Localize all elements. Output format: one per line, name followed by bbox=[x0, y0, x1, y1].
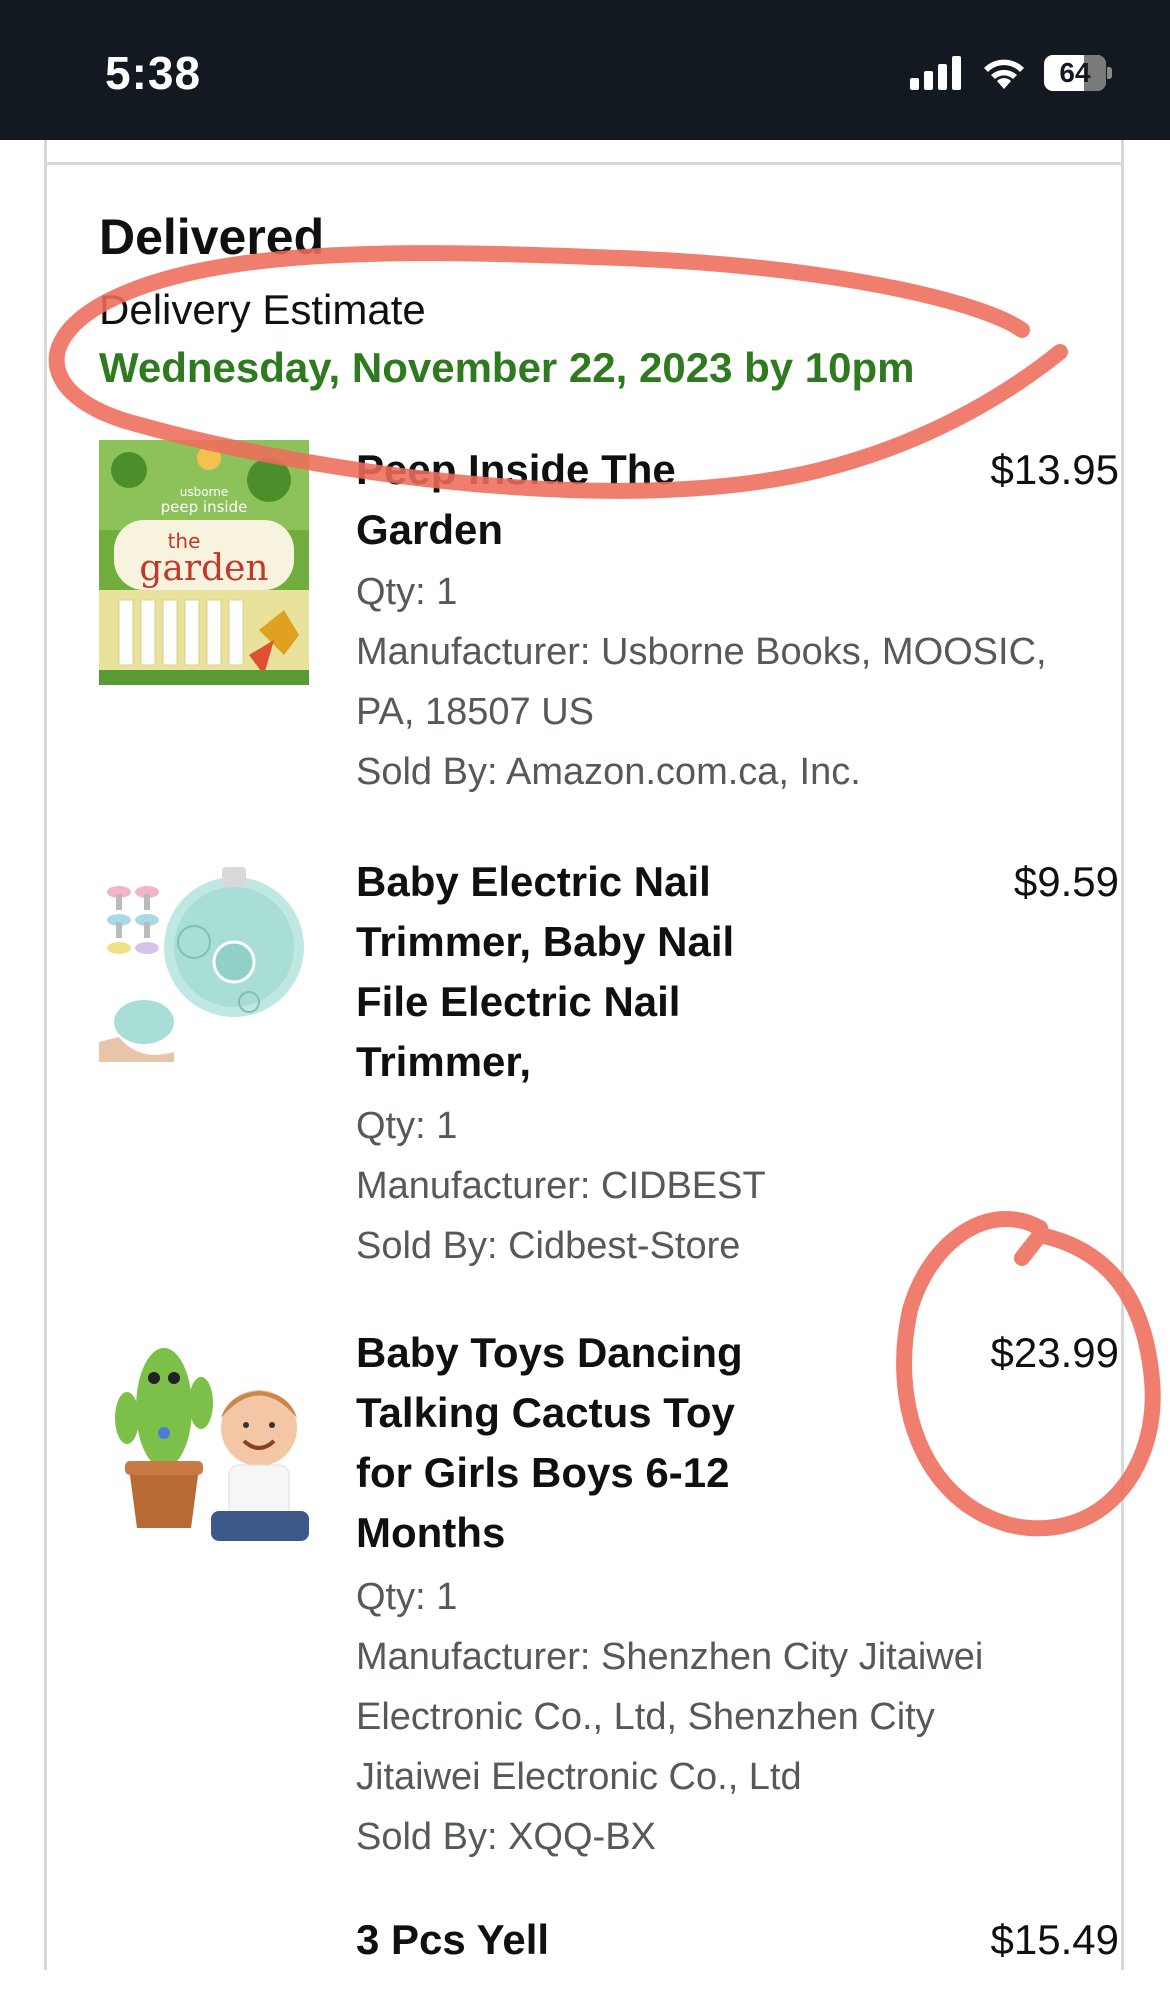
product-price: $13.95 bbox=[990, 446, 1119, 493]
product-sold-by: Sold By: Cidbest-Store bbox=[356, 1225, 741, 1267]
product-qty: Qty: 1 bbox=[356, 571, 458, 613]
shipment-card: Delivered Delivery Estimate Wednesday, N… bbox=[44, 140, 1124, 1970]
status-icons: 64 bbox=[910, 50, 1112, 96]
divider bbox=[47, 162, 1121, 165]
cover-series: peep inside bbox=[161, 498, 248, 516]
cover-publisher: usborne bbox=[180, 485, 229, 499]
product-title[interactable]: Peep Inside The Garden bbox=[356, 440, 796, 560]
product-image-dancing-cactus[interactable] bbox=[99, 1333, 309, 1543]
cellular-signal-icon bbox=[910, 56, 961, 90]
product-qty: Qty: 1 bbox=[356, 1105, 458, 1147]
delivery-estimate-label: Delivery Estimate bbox=[99, 286, 426, 333]
product-manufacturer: Manufacturer: Usborne Books, MOOSIC, PA,… bbox=[356, 631, 1047, 733]
product-price: $9.59 bbox=[1013, 858, 1119, 905]
product-price: $23.99 bbox=[990, 1329, 1119, 1376]
order-item[interactable]: Baby Electric Nail Trimmer, Baby Nail Fi… bbox=[99, 852, 1119, 1272]
product-qty: Qty: 1 bbox=[356, 1576, 458, 1618]
status-time: 5:38 bbox=[105, 47, 202, 99]
cover-title: garden bbox=[139, 548, 268, 589]
order-item[interactable]: 3 Pcs Yell $15.49 bbox=[99, 1910, 1119, 1990]
delivery-estimate-date: Wednesday, November 22, 2023 by 10pm bbox=[99, 344, 915, 391]
wifi-icon bbox=[984, 59, 1024, 89]
product-title[interactable]: 3 Pcs Yell bbox=[356, 1910, 796, 1970]
product-sold-by: Sold By: Amazon.com.ca, Inc. bbox=[356, 751, 861, 793]
product-manufacturer: Manufacturer: Shenzhen City Jitaiwei Ele… bbox=[356, 1636, 984, 1798]
product-title[interactable]: Baby Electric Nail Trimmer, Baby Nail Fi… bbox=[356, 852, 796, 1092]
product-sold-by: Sold By: XQQ-BX bbox=[356, 1816, 656, 1858]
order-item[interactable]: Baby Toys Dancing Talking Cactus Toy for… bbox=[99, 1323, 1119, 1863]
product-manufacturer: Manufacturer: CIDBEST bbox=[356, 1165, 766, 1207]
product-image-nail-trimmer[interactable] bbox=[99, 862, 309, 1062]
product-price: $15.49 bbox=[990, 1916, 1119, 1963]
status-bar: 5:38 64 bbox=[0, 0, 1170, 140]
order-item[interactable]: usborne peep inside the garden Peep Insi… bbox=[99, 440, 1119, 800]
product-image-garden-book[interactable]: usborne peep inside the garden bbox=[99, 440, 309, 685]
product-title[interactable]: Baby Toys Dancing Talking Cactus Toy for… bbox=[356, 1323, 796, 1563]
battery-level: 64 bbox=[1059, 57, 1091, 88]
battery-icon: 64 bbox=[1044, 55, 1112, 91]
shipment-status: Delivered bbox=[99, 209, 325, 265]
